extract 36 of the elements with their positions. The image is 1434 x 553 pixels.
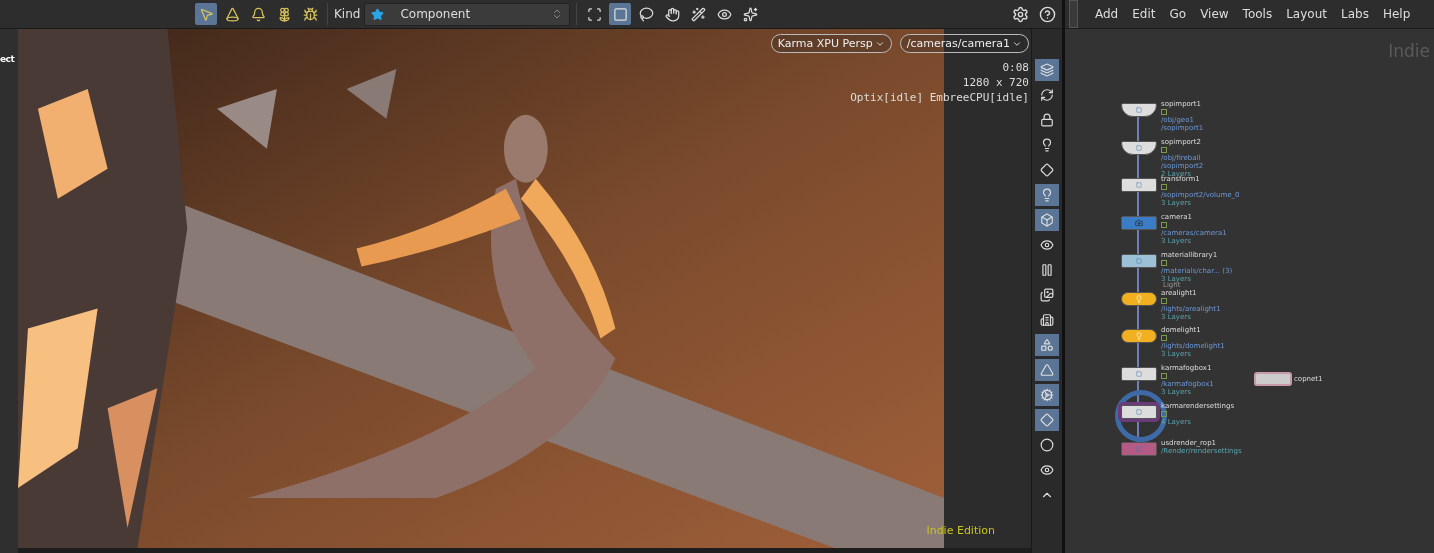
node[interactable] <box>1254 372 1292 386</box>
node[interactable] <box>1121 216 1157 231</box>
renderer-dropdown[interactable]: Karma XPU Persp <box>770 34 892 53</box>
lightbulb-icon <box>1135 294 1143 303</box>
scrollbar[interactable] <box>1069 0 1078 28</box>
box-select-icon[interactable] <box>609 3 632 25</box>
node[interactable] <box>1121 291 1157 306</box>
gear-icon[interactable] <box>1035 384 1059 406</box>
render-info: 1280 x 720 <box>962 76 1029 89</box>
camera-icon <box>1135 219 1143 228</box>
menu-item[interactable]: Layout <box>1279 7 1334 21</box>
kind-label: Kind <box>334 7 361 21</box>
menu-item[interactable]: View <box>1193 7 1236 21</box>
node[interactable] <box>1121 366 1157 381</box>
menu-item[interactable]: Go <box>1162 7 1194 21</box>
menu-item[interactable]: Add <box>1088 7 1126 21</box>
settings-icon[interactable] <box>1012 5 1029 23</box>
menu-item[interactable]: Help <box>1375 7 1418 21</box>
render-info: Optix[idle] EmbreeCPU[idle] <box>850 91 1029 104</box>
node[interactable] <box>1121 140 1157 155</box>
node[interactable] <box>1121 103 1157 117</box>
node[interactable] <box>1121 442 1157 457</box>
node[interactable] <box>1121 253 1157 268</box>
star-icon <box>371 7 385 21</box>
help-icon[interactable] <box>1039 5 1056 23</box>
lightbulb-icon <box>1135 332 1143 341</box>
render-info: 0:08 <box>1002 61 1029 74</box>
node[interactable] <box>1121 178 1157 193</box>
camera-dropdown[interactable]: /cameras/camera1 <box>899 34 1029 53</box>
tab-label: ect <box>0 54 15 64</box>
menu-item[interactable]: Tools <box>1235 7 1280 21</box>
kind-dropdown[interactable]: Component <box>364 2 571 26</box>
menu-item[interactable]: Labs <box>1333 7 1376 21</box>
node[interactable] <box>1121 404 1157 419</box>
node[interactable] <box>1121 329 1157 344</box>
menu-item[interactable]: Edit <box>1125 7 1163 21</box>
